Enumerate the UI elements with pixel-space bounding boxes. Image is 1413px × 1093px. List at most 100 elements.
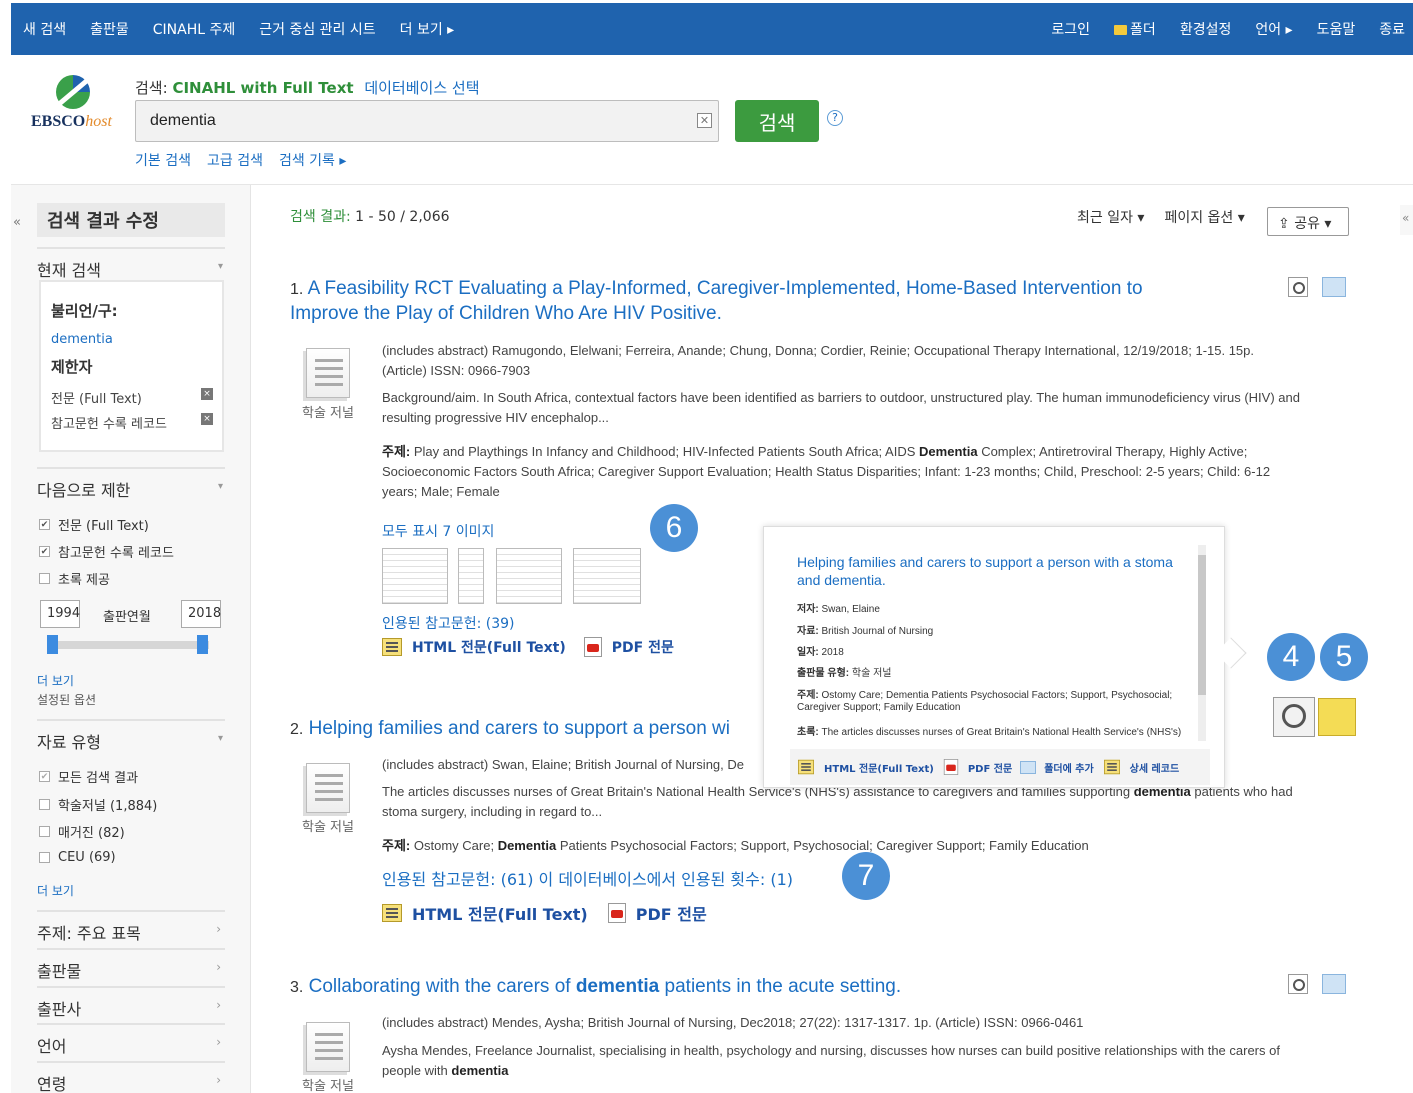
source-academic-checkbox[interactable]: 학술저널 (1,884): [39, 795, 157, 814]
image-thumbnail[interactable]: [496, 548, 562, 604]
show-more-link[interactable]: 더 보기: [37, 672, 74, 689]
search-input[interactable]: [135, 100, 719, 142]
ebscohost-logo[interactable]: EBSCOhost: [31, 75, 121, 135]
collapse-right-icon[interactable]: «: [1400, 205, 1413, 235]
facet-publisher[interactable]: 출판사 ›: [37, 986, 225, 1022]
source-ceu-checkbox[interactable]: CEU (69): [39, 850, 116, 865]
abstract-line: stoma surgery, including in regard to...: [382, 804, 603, 819]
boolean-value[interactable]: dementia: [51, 332, 113, 347]
chevron-right-icon: ›: [216, 1035, 221, 1049]
html-fulltext-link[interactable]: HTML 전문(Full Text): [412, 901, 588, 925]
year-to-input[interactable]: 2018: [181, 600, 221, 628]
search-history-link[interactable]: 검색 기록 ▸: [279, 150, 346, 170]
remove-limiter-icon[interactable]: ×: [201, 413, 213, 425]
source-type-heading[interactable]: 자료 유형 ▾: [37, 719, 225, 753]
share-button[interactable]: ⇪ 공유 ▾: [1267, 207, 1349, 236]
nav-language[interactable]: 언어 ▸: [1255, 19, 1292, 39]
add-to-folder-icon[interactable]: [1322, 277, 1346, 297]
pdf-fulltext-link[interactable]: PDF 전문: [636, 901, 707, 925]
show-all-images-link[interactable]: 모두 표시 7 이미지: [382, 521, 494, 541]
checkbox-checked[interactable]: ✔: [39, 771, 50, 782]
checkbox-label: 전문 (Full Text): [58, 519, 149, 534]
chevron-right-icon: ›: [216, 922, 221, 936]
chevron-down-icon: ▾: [217, 733, 223, 744]
facet-publication[interactable]: 출판물 ›: [37, 948, 225, 984]
result-title-3[interactable]: 3. Collaborating with the carers of deme…: [290, 975, 1250, 1000]
nav-help[interactable]: 도움말: [1317, 19, 1356, 39]
popup-title[interactable]: Helping families and carers to support a…: [797, 553, 1177, 589]
clear-search-icon[interactable]: ✕: [697, 113, 712, 128]
image-thumbnail[interactable]: [573, 548, 641, 604]
advanced-search-link[interactable]: 고급 검색: [207, 150, 263, 170]
checkbox-unchecked[interactable]: [39, 826, 50, 837]
facet-age[interactable]: 연령 ›: [37, 1061, 225, 1093]
year-from-input[interactable]: 1994: [40, 600, 80, 628]
facet-subject-major[interactable]: 주제: 주요 표목 ›: [37, 910, 225, 946]
basic-search-link[interactable]: 기본 검색: [135, 150, 191, 170]
nav-preferences[interactable]: 환경설정: [1180, 19, 1232, 39]
facet-language[interactable]: 언어 ›: [37, 1023, 225, 1059]
nav-exit[interactable]: 종료: [1379, 19, 1405, 39]
search-button[interactable]: 검색: [735, 100, 819, 142]
limit-references-checkbox[interactable]: ✔ 참고문헌 수록 레코드: [39, 542, 174, 561]
nav-more[interactable]: 더 보기 ▸: [400, 19, 455, 39]
add-to-folder-icon-large[interactable]: [1318, 698, 1356, 736]
nav-folder[interactable]: 폴더: [1114, 19, 1156, 39]
nav-publications[interactable]: 출판물: [90, 19, 129, 39]
checkbox-checked[interactable]: ✔: [39, 519, 50, 530]
popup-actions: HTML 전문(Full Text) PDF 전문 폴더에 추가 상세 레코드: [790, 749, 1210, 785]
fulltext-links: HTML 전문(Full Text) PDF 전문: [382, 901, 707, 925]
year-slider-track[interactable]: [49, 641, 209, 649]
pdf-fulltext-link[interactable]: PDF 전문: [612, 637, 674, 657]
image-thumbnail[interactable]: [382, 548, 448, 604]
limit-fulltext-checkbox[interactable]: ✔ 전문 (Full Text): [39, 515, 149, 534]
preview-icon-large[interactable]: [1273, 697, 1315, 737]
year-slider-handle-min[interactable]: [47, 635, 58, 654]
add-to-folder-icon[interactable]: [1322, 974, 1346, 994]
cited-references-link[interactable]: 인용된 참고문헌: (61) 이 데이터베이스에서 인용된 횟수: (1): [382, 866, 793, 890]
page-options-dropdown[interactable]: 페이지 옵션 ▾: [1164, 207, 1244, 227]
nav-login[interactable]: 로그인: [1051, 19, 1090, 39]
result-title-2[interactable]: 2. Helping families and carers to suppor…: [290, 717, 770, 742]
source-all-checkbox[interactable]: ✔ 모든 검색 결과: [39, 767, 138, 786]
popup-row: 자료: British Journal of Nursing: [797, 622, 1197, 637]
popup-add-folder-link[interactable]: 폴더에 추가: [1044, 760, 1093, 775]
limit-abstract-checkbox[interactable]: 초록 제공: [39, 569, 110, 588]
popup-scrollbar[interactable]: [1198, 545, 1206, 741]
pdf-icon: [583, 637, 602, 657]
image-thumbnail[interactable]: [458, 548, 484, 604]
preview-icon[interactable]: [1288, 974, 1308, 994]
facet-label: 주제: 주요 표목: [37, 924, 141, 943]
nav-cinahl-subjects[interactable]: CINAHL 주제: [153, 19, 236, 39]
collapse-left-icon[interactable]: «: [13, 215, 21, 230]
nav-new-search[interactable]: 새 검색: [23, 19, 66, 39]
show-more-link[interactable]: 더 보기: [37, 882, 74, 899]
result-title-1[interactable]: 1. A Feasibility RCT Evaluating a Play-I…: [290, 277, 1230, 326]
help-icon[interactable]: ?: [827, 110, 843, 126]
cited-references-link[interactable]: 인용된 참고문헌: (39): [382, 613, 515, 633]
choose-database-link[interactable]: 데이터베이스 선택: [364, 79, 479, 97]
popup-html-link[interactable]: HTML 전문(Full Text): [824, 760, 934, 775]
nav-evidence-sheets[interactable]: 근거 중심 관리 시트: [259, 19, 375, 39]
current-search-heading[interactable]: 현재 검색 ▾: [37, 247, 225, 281]
preview-icon[interactable]: [1288, 277, 1308, 297]
remove-limiter-icon[interactable]: ×: [201, 388, 213, 400]
year-slider-handle-max[interactable]: [197, 635, 208, 654]
limit-to-heading[interactable]: 다음으로 제한 ▾: [37, 467, 225, 501]
scrollbar-thumb[interactable]: [1198, 555, 1206, 695]
set-options-link[interactable]: 설정된 옵션: [37, 691, 96, 708]
checkbox-unchecked[interactable]: [39, 852, 50, 863]
popup-pdf-link[interactable]: PDF 전문: [968, 760, 1012, 775]
checkbox-unchecked[interactable]: [39, 573, 50, 584]
html-fulltext-link[interactable]: HTML 전문(Full Text): [412, 637, 566, 657]
checkbox-checked[interactable]: ✔: [39, 546, 50, 557]
source-magazine-checkbox[interactable]: 매거진 (82): [39, 822, 125, 841]
popup-value: 학술 저널: [851, 668, 892, 679]
popup-value: The articles discusses nurses of Great B…: [821, 727, 1182, 738]
popup-detail-link[interactable]: 상세 레코드: [1130, 760, 1179, 775]
sort-dropdown[interactable]: 최근 일자 ▾: [1077, 207, 1144, 227]
title-line: A Feasibility RCT Evaluating a Play-Info…: [307, 278, 1143, 299]
abstract-line: people with: [382, 1063, 448, 1078]
checkbox-unchecked[interactable]: [39, 799, 50, 810]
limit-to-label: 다음으로 제한: [37, 481, 131, 500]
